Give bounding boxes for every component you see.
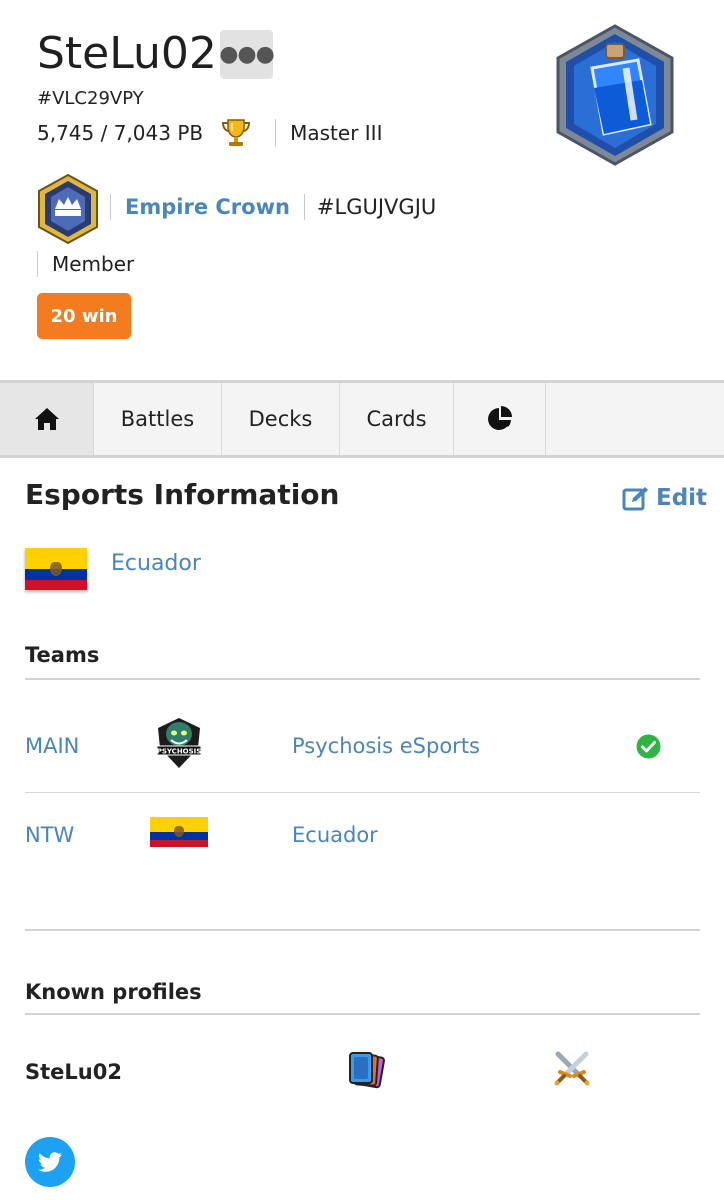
divider [110,194,111,220]
profile-name: SteLu02 [25,1060,122,1084]
team-type-ntw[interactable]: NTW [25,823,74,847]
edit-icon [622,487,648,511]
team-name-link[interactable]: Psychosis eSports [292,734,480,758]
crossed-swords-icon[interactable] [552,1050,592,1086]
esports-section-title: Esports Information [25,478,340,511]
teams-heading: Teams [25,643,100,667]
profile-tab-bar: Battles Decks Cards [0,380,724,458]
svg-text:PSYCHOSIS: PSYCHOSIS [157,748,202,756]
win-streak-badge: 20 win [37,293,131,339]
clan-crown-badge [38,173,98,245]
clan-name-link[interactable]: Empire Crown [125,195,290,219]
team-name-link[interactable]: Ecuador [292,823,378,847]
clan-row: Empire Crown #LGUJVGJU [110,190,436,224]
home-icon [34,408,59,430]
tab-decks[interactable]: Decks [222,383,340,455]
pie-chart-icon [487,406,512,430]
edit-label: Edit [656,485,708,511]
twitter-icon[interactable] [25,1137,75,1187]
divider [25,678,700,680]
clan-role: Member [52,252,135,276]
divider [25,1013,700,1015]
tab-home[interactable] [0,383,94,455]
divider [25,929,700,931]
tab-stats[interactable] [454,383,546,455]
country-link[interactable]: Ecuador [111,551,201,576]
verified-check-icon [636,734,661,759]
trophy-row: 5,745 / 7,043 PB Master III [37,116,382,150]
edit-button[interactable]: Edit [622,482,707,514]
player-name: SteLu02 [37,28,217,79]
tab-battles[interactable]: Battles [94,383,222,455]
cards-icon[interactable] [346,1050,386,1090]
team-type-main[interactable]: MAIN [25,734,79,758]
clan-role-row: Member [37,248,134,280]
ecuador-flag-icon [25,548,87,590]
player-tag: #VLC29VPY [37,88,144,109]
divider [25,792,700,793]
known-profiles-heading: Known profiles [25,980,202,1004]
clan-tag: #LGUJVGJU [316,195,437,219]
league-name: Master III [290,121,383,145]
psychosis-logo: PSYCHOSIS [156,718,202,768]
divider [303,194,305,220]
divider [275,119,277,147]
divider [37,251,38,277]
ellipsis-icon: ●●● [219,42,275,67]
trophy-icon [222,119,251,146]
elixir-bottle-arena-badge [556,24,674,166]
ecuador-flag-icon [150,817,208,847]
more-options-button[interactable]: ●●● [219,30,275,79]
tab-cards[interactable]: Cards [340,383,454,455]
trophy-count: 5,745 / 7,043 PB [37,121,204,145]
